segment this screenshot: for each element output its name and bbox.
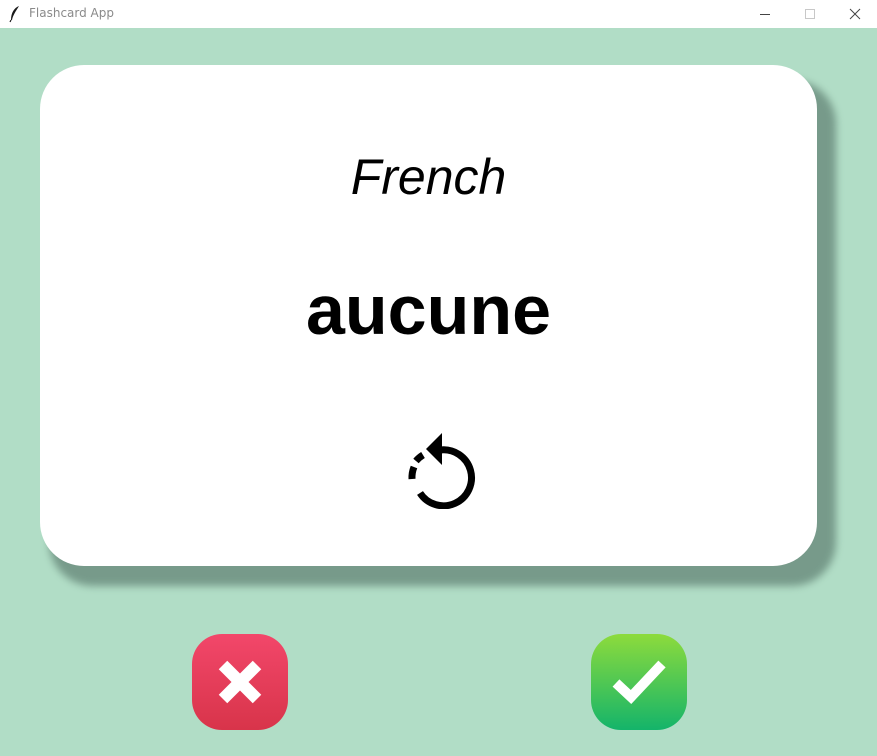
maximize-button[interactable] xyxy=(787,0,833,28)
card-word: aucune xyxy=(305,271,552,349)
minimize-button[interactable] xyxy=(742,0,788,28)
feather-icon xyxy=(9,6,19,23)
x-icon xyxy=(218,660,262,704)
minimize-icon xyxy=(760,14,770,15)
card-language-label: French xyxy=(350,149,507,205)
close-icon xyxy=(849,8,861,20)
close-window-button[interactable] xyxy=(832,0,877,28)
refresh-icon[interactable] xyxy=(402,427,478,509)
maximize-icon xyxy=(805,9,815,19)
checkmark-icon xyxy=(612,660,666,705)
flashcard[interactable]: French aucune xyxy=(40,65,817,566)
wrong-button[interactable] xyxy=(192,634,288,730)
window-title: Flashcard App xyxy=(29,6,114,20)
window-titlebar: Flashcard App xyxy=(0,0,877,28)
right-button[interactable] xyxy=(591,634,687,730)
